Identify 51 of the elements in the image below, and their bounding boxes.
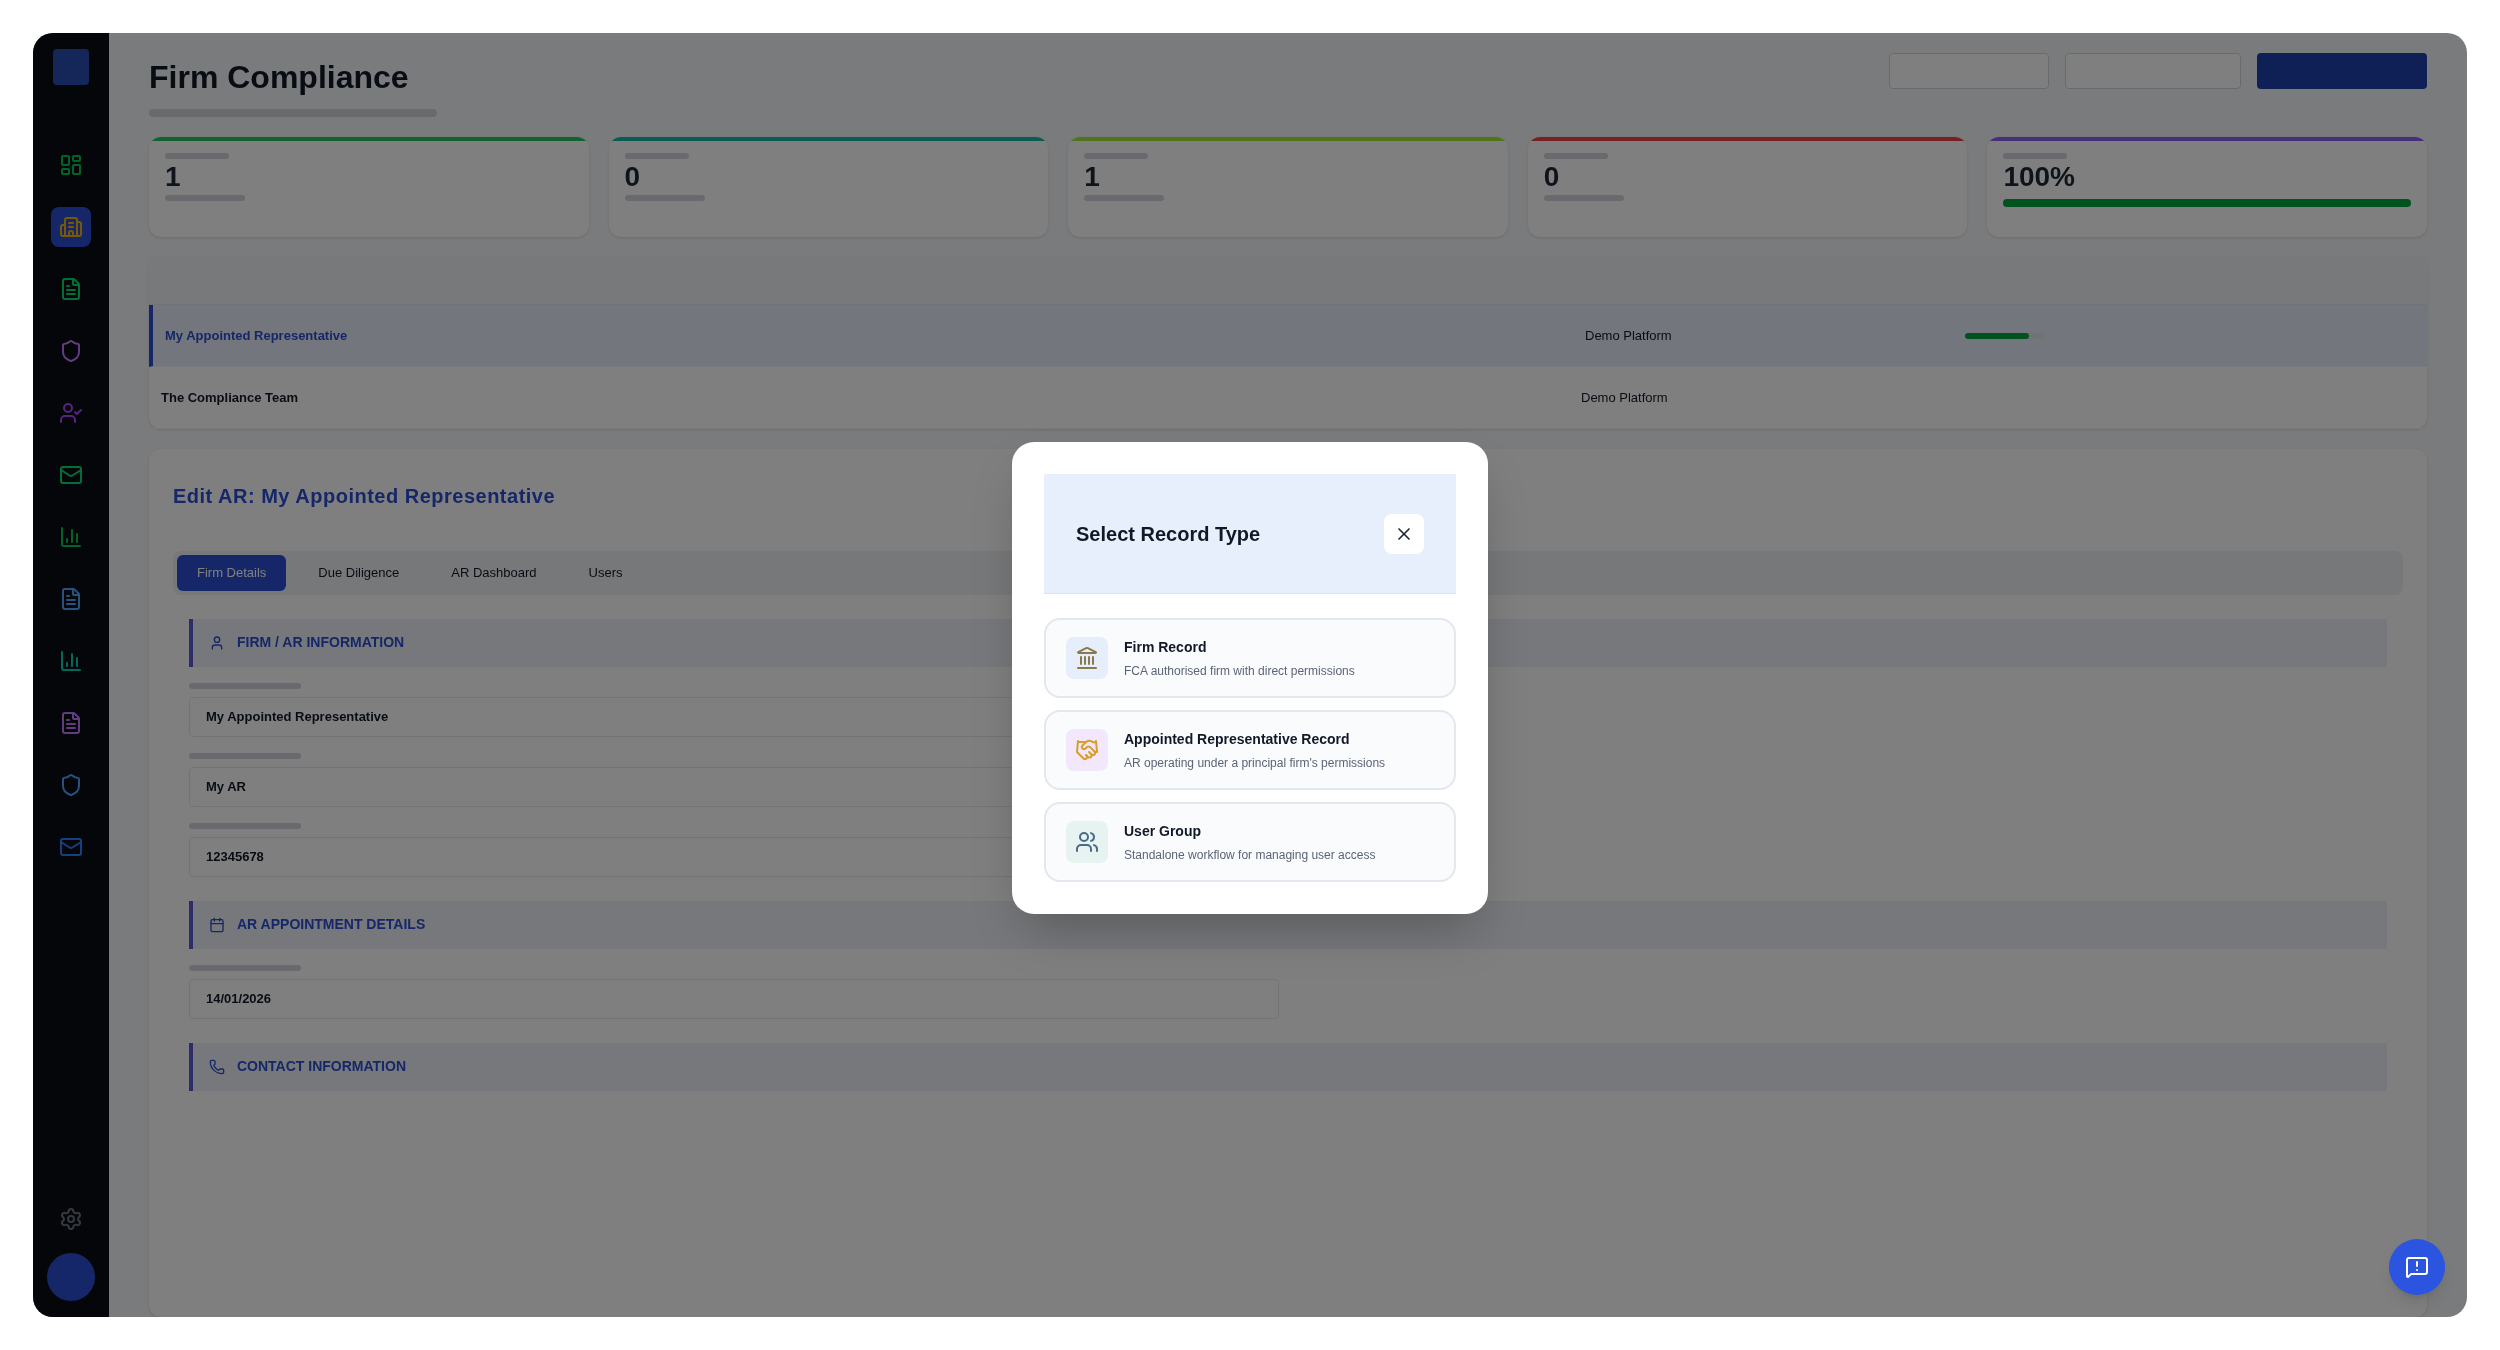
modal-title: Select Record Type [1076, 521, 1261, 547]
feedback-icon [2405, 1255, 2429, 1279]
chart-icon[interactable] [59, 649, 83, 673]
section-icon [209, 634, 225, 651]
table-cell-text: The Compliance Team [161, 388, 299, 407]
document-icon[interactable] [59, 587, 83, 611]
tab[interactable]: Users [568, 555, 643, 591]
tab[interactable]: AR Dashboard [431, 555, 557, 591]
chart-icon[interactable] [59, 525, 83, 549]
table-row[interactable]: The Compliance Team Demo Platform [149, 367, 2427, 429]
stat-value: 0 [1543, 163, 1560, 191]
avatar[interactable] [47, 1253, 95, 1301]
logo-icon [53, 49, 89, 85]
shield-icon[interactable] [59, 773, 83, 797]
shield-icon[interactable] [59, 339, 83, 363]
settings-icon[interactable] [59, 1207, 83, 1231]
table-cell-text: Demo Platform [1585, 326, 1673, 345]
stat-value: 1 [1084, 163, 1100, 191]
user-check-icon[interactable] [59, 401, 83, 425]
record-type-option[interactable]: User Group Standalone workflow for managing user access [1044, 802, 1456, 882]
tab[interactable]: Firm Details [177, 555, 287, 591]
feedback-button[interactable] [2389, 1239, 2445, 1295]
users-icon [1075, 830, 1099, 854]
section-icon [209, 1058, 225, 1075]
page-title: Firm Compliance [149, 58, 410, 97]
mail-icon[interactable] [59, 463, 83, 487]
section-heading: CONTACT INFORMATION [237, 1057, 406, 1076]
building-columns-icon [1075, 646, 1099, 670]
table-cell-text: My Appointed Representative [165, 326, 349, 345]
stat-value: 1 [165, 163, 181, 191]
text-field[interactable]: 14/01/2026 [189, 978, 1279, 1019]
close-button[interactable] [1384, 513, 1424, 554]
section-heading: FIRM / AR INFORMATION [237, 633, 405, 652]
handshake-icon [1075, 738, 1099, 762]
stat-value: 0 [624, 163, 641, 191]
document-icon[interactable] [59, 277, 83, 301]
edit-title: Edit AR: My Appointed Representative [173, 484, 557, 509]
section-heading: AR APPOINTMENT DETAILS [237, 915, 426, 934]
mail-icon[interactable] [59, 835, 83, 859]
record-type-option[interactable]: Firm Record FCA authorised firm with direct permissions [1044, 618, 1456, 698]
table-row[interactable]: My Appointed Representative Demo Platform [149, 305, 2427, 367]
record-type-option[interactable]: Appointed Representative Record AR operating under a principal firm's permissions [1044, 710, 1456, 790]
tab[interactable]: Due Diligence [298, 555, 420, 591]
option-title: Firm Record [1124, 637, 1208, 657]
stat-value: 100% [2003, 163, 2075, 191]
option-description: FCA authorised firm with direct permissions [1124, 662, 1355, 680]
dashboard-icon[interactable] [59, 153, 83, 177]
document-icon[interactable] [59, 711, 83, 735]
building-icon[interactable] [59, 215, 83, 239]
table-cell-text: Demo Platform [1581, 388, 1669, 407]
section-icon [209, 916, 225, 933]
